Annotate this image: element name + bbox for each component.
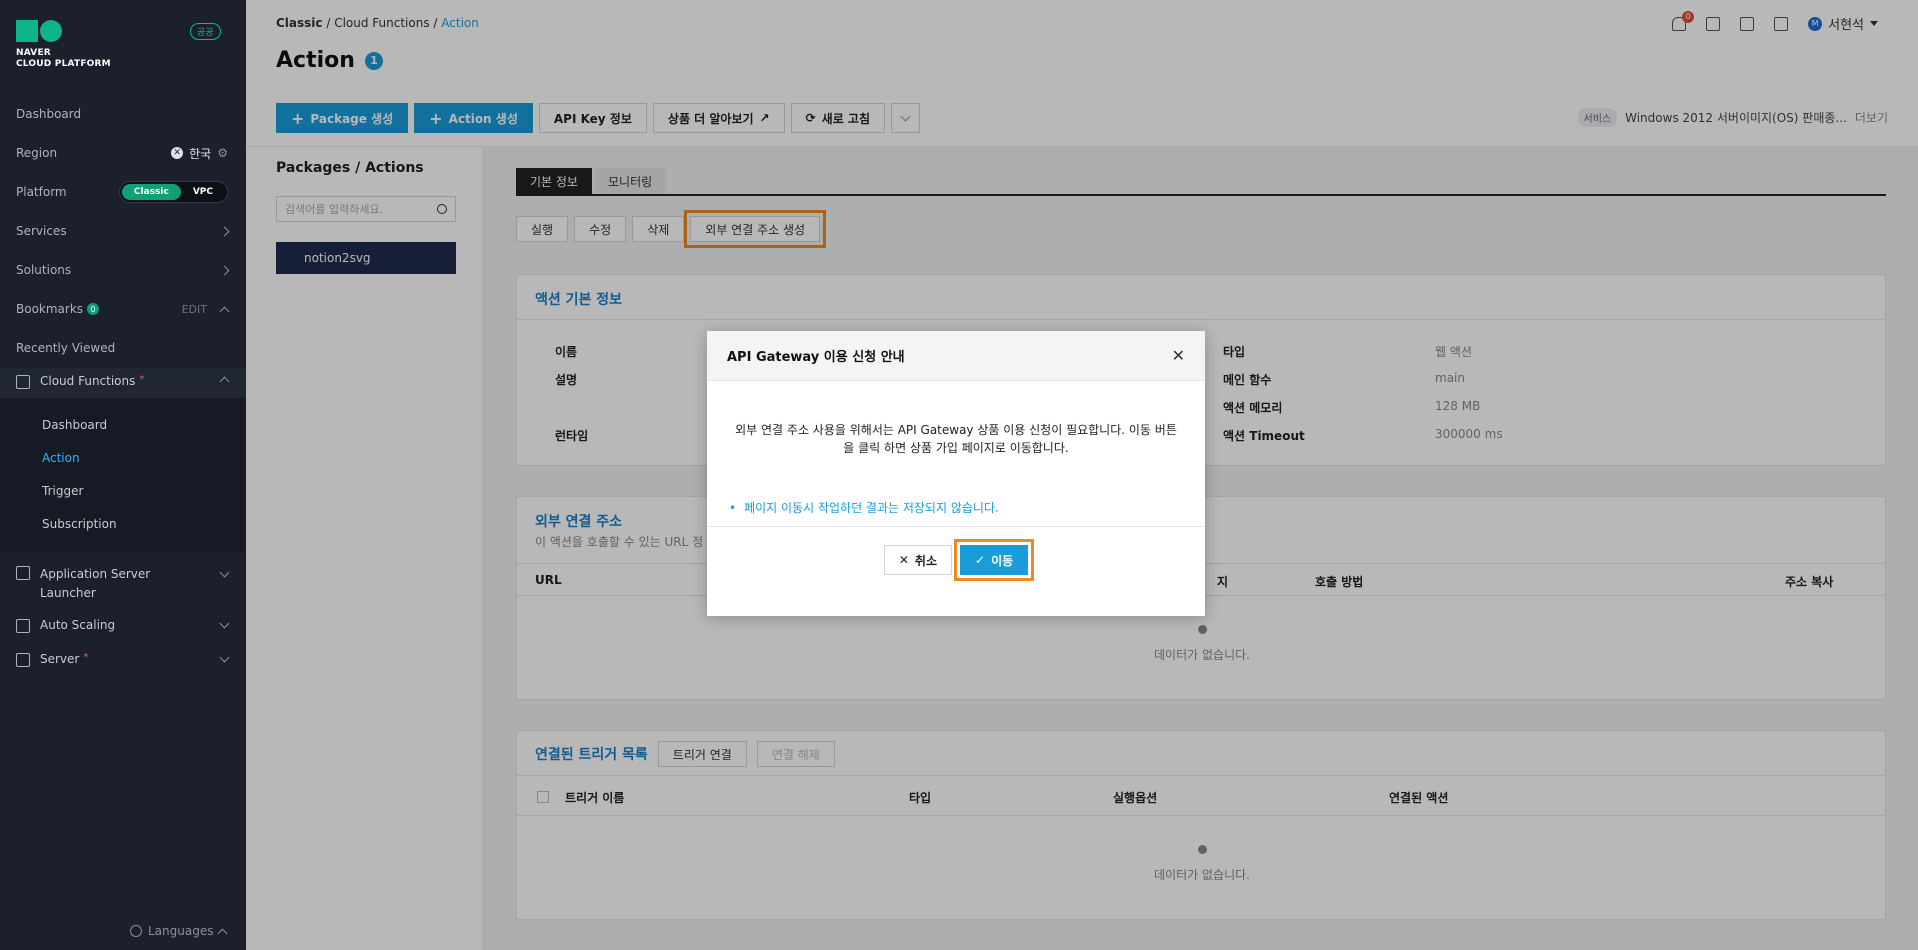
chevron-down-icon[interactable] bbox=[219, 567, 230, 578]
platform-label: Platform bbox=[16, 185, 67, 199]
go-label: 이동 bbox=[991, 553, 1014, 568]
go-button[interactable]: ✓ 이동 bbox=[953, 539, 1035, 581]
sidebar-sub-trigger[interactable]: Trigger bbox=[42, 484, 83, 498]
sidebar-item-solutions[interactable]: Solutions bbox=[16, 260, 230, 280]
new-star-icon: * bbox=[139, 374, 145, 385]
chevron-up-icon bbox=[218, 928, 228, 938]
bookmarks-count-badge: 0 bbox=[87, 303, 100, 315]
auto-scaling-icon bbox=[16, 619, 30, 633]
region-close-icon[interactable]: ✕ bbox=[171, 147, 184, 159]
platform-vpc[interactable]: VPC bbox=[181, 184, 225, 200]
chevron-right-icon bbox=[219, 265, 230, 275]
dialog-header: API Gateway 이용 신청 안내 ✕ bbox=[707, 331, 1205, 381]
cloud-functions-label: Cloud Functions bbox=[40, 374, 136, 388]
languages-label: Languages bbox=[148, 924, 214, 938]
logo-text-platform: CLOUD PLATFORM bbox=[16, 59, 111, 69]
app-server-label: Application Server bbox=[40, 567, 151, 581]
region-settings-icon[interactable]: ⚙ bbox=[217, 146, 228, 160]
server-icon bbox=[16, 653, 30, 667]
dialog-message-line1: 외부 연결 주소 사용을 위해서는 API Gateway 상품 이용 신청이 … bbox=[735, 423, 1177, 437]
bullet-icon: • bbox=[729, 501, 737, 515]
app-server-icon bbox=[16, 566, 30, 580]
platform-classic[interactable]: Classic bbox=[121, 184, 181, 200]
dialog-message-line2: 을 클릭 하면 상품 가입 페이지로 이동합니다. bbox=[843, 441, 1069, 455]
new-star-icon: * bbox=[83, 652, 89, 663]
bookmarks-label: Bookmarks bbox=[16, 302, 84, 316]
sidebar-sub-action[interactable]: Action bbox=[42, 451, 80, 465]
sidebar-item-cloud-functions[interactable]: Cloud Functions * bbox=[16, 374, 230, 389]
region-label: Region bbox=[16, 146, 58, 160]
app-server-label2: Launcher bbox=[40, 586, 96, 600]
sidebar-region[interactable]: Region ✕ 한국 ⚙ bbox=[16, 143, 228, 163]
sidebar-item-app-server-launcher[interactable]: Application Server Launcher bbox=[16, 565, 230, 603]
naver-cloud-logo[interactable]: NAVER CLOUD PLATFORM bbox=[16, 20, 120, 70]
public-badge: 공공 bbox=[190, 23, 221, 40]
sidebar-item-auto-scaling[interactable]: Auto Scaling bbox=[16, 618, 230, 633]
chevron-right-icon bbox=[219, 226, 230, 236]
server-label: Server bbox=[40, 652, 80, 666]
bookmarks-edit-link[interactable]: EDIT bbox=[182, 303, 207, 316]
chevron-up-icon[interactable] bbox=[219, 376, 230, 387]
dialog-note-text: 페이지 이동시 작업하던 결과는 저장되지 않습니다. bbox=[744, 501, 999, 515]
dialog-title: API Gateway 이용 신청 안내 bbox=[727, 350, 905, 365]
region-value: 한국 bbox=[189, 146, 212, 161]
sidebar-dashboard-label: Dashboard bbox=[16, 107, 82, 121]
dialog-note: • 페이지 이동시 작업하던 결과는 저장되지 않습니다. bbox=[729, 499, 999, 516]
api-gateway-dialog: API Gateway 이용 신청 안내 ✕ 외부 연결 주소 사용을 위해서는… bbox=[707, 331, 1205, 616]
sidebar-bookmarks[interactable]: Bookmarks 0 EDIT bbox=[16, 299, 230, 319]
sidebar-recently-viewed: Recently Viewed bbox=[16, 338, 228, 358]
chevron-down-icon[interactable] bbox=[219, 618, 230, 629]
close-icon[interactable]: ✕ bbox=[1172, 346, 1185, 365]
cloud-functions-icon bbox=[16, 375, 30, 389]
check-icon: ✓ bbox=[975, 553, 986, 567]
sidebar-item-dashboard[interactable]: Dashboard bbox=[16, 104, 228, 124]
sidebar-item-services[interactable]: Services bbox=[16, 221, 230, 241]
sidebar-sub-dashboard[interactable]: Dashboard bbox=[42, 418, 107, 432]
sidebar-sub-subscription[interactable]: Subscription bbox=[42, 517, 117, 531]
chevron-up-icon[interactable] bbox=[219, 306, 230, 316]
cancel-button[interactable]: ✕ 취소 bbox=[883, 545, 952, 575]
close-icon: ✕ bbox=[898, 553, 909, 567]
chevron-down-icon[interactable] bbox=[219, 652, 230, 663]
solutions-label: Solutions bbox=[16, 263, 72, 277]
globe-icon bbox=[130, 925, 142, 937]
sidebar: NAVER CLOUD PLATFORM 공공 Dashboard Region… bbox=[0, 0, 246, 950]
sidebar-platform: Platform Classic VPC bbox=[16, 181, 228, 203]
logo-text-naver: NAVER bbox=[16, 48, 51, 58]
recently-viewed-label: Recently Viewed bbox=[16, 341, 116, 355]
sidebar-item-server[interactable]: Server * bbox=[16, 652, 230, 667]
services-label: Services bbox=[16, 224, 67, 238]
auto-scaling-label: Auto Scaling bbox=[40, 618, 116, 632]
dialog-buttons: ✕ 취소 ✓ 이동 bbox=[707, 539, 1205, 581]
cancel-label: 취소 bbox=[914, 553, 937, 568]
platform-toggle[interactable]: Classic VPC bbox=[118, 181, 228, 203]
languages-selector[interactable]: Languages bbox=[130, 924, 228, 938]
